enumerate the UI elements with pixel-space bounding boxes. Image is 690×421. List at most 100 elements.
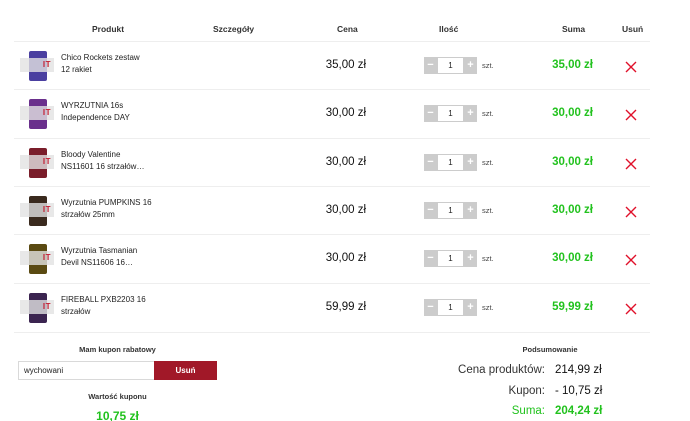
quantity-stepper: − 1 + szt. — [424, 105, 494, 122]
close-x-icon — [625, 158, 637, 170]
cart-row: IT FIREBALL PXB2203 16 strzałów 59,99 zł… — [14, 283, 650, 331]
quantity-unit: szt. — [482, 303, 494, 312]
remove-item-button[interactable] — [624, 205, 638, 219]
quantity-stepper: − 1 + szt. — [424, 202, 494, 219]
product-price: 30,00 zł — [325, 252, 366, 264]
summary-total-row: Suma: 204,24 zł — [440, 405, 610, 421]
product-thumbnail[interactable]: IT — [20, 95, 54, 133]
remove-item-button[interactable] — [624, 108, 638, 122]
close-x-icon — [625, 254, 637, 266]
products-price-label: Cena produktów: — [458, 364, 545, 376]
close-x-icon — [625, 109, 637, 121]
row-total: 30,00 zł — [552, 204, 593, 216]
cart-row: IT WYRZUTNIA 16s Independence DAY 30,00 … — [14, 89, 650, 137]
summary-products-row: Cena produktów: 214,99 zł — [440, 364, 610, 380]
product-thumbnail[interactable]: IT — [20, 289, 54, 327]
watermark: IT — [20, 300, 54, 314]
remove-item-button[interactable] — [624, 60, 638, 74]
quantity-decrease-button[interactable]: − — [424, 57, 437, 74]
watermark: IT — [20, 106, 54, 120]
quantity-increase-button[interactable]: + — [464, 250, 477, 267]
row-total: 59,99 zł — [552, 301, 593, 313]
header-szczegoly: Szczegóły — [213, 24, 255, 34]
close-x-icon — [625, 61, 637, 73]
product-name-link[interactable]: Chico Rockets zestaw 12 rakiet — [61, 52, 161, 76]
quantity-unit: szt. — [482, 254, 494, 263]
close-x-icon — [625, 303, 637, 315]
row-total: 35,00 zł — [552, 59, 593, 71]
row-total: 30,00 zł — [552, 156, 593, 168]
coupon-value: 10,75 zł — [96, 409, 139, 421]
quantity-stepper: − 1 + szt. — [424, 57, 494, 74]
quantity-decrease-button[interactable]: − — [424, 154, 437, 171]
quantity-decrease-button[interactable]: − — [424, 202, 437, 219]
remove-coupon-button[interactable]: Usuń — [154, 361, 217, 380]
product-price: 35,00 zł — [325, 59, 366, 71]
quantity-unit: szt. — [482, 61, 494, 70]
total-value: 204,24 zł — [555, 405, 603, 417]
quantity-input[interactable]: 1 — [437, 154, 464, 171]
product-name-link[interactable]: WYRZUTNIA 16s Independence DAY — [61, 100, 161, 124]
cart-row: IT Bloody Valentine NS11601 16 strzałów…… — [14, 138, 650, 186]
quantity-input[interactable]: 1 — [437, 105, 464, 122]
product-name-link[interactable]: Wyrzutnia Tasmanian Devil NS11606 16… — [61, 245, 161, 269]
quantity-input[interactable]: 1 — [437, 57, 464, 74]
watermark: IT — [20, 203, 54, 217]
header-usun: Usuń — [622, 24, 644, 34]
row-total: 30,00 zł — [552, 252, 593, 264]
product-name-link[interactable]: Wyrzutnia PUMPKINS 16 strzałów 25mm — [61, 197, 161, 221]
watermark: IT — [20, 155, 54, 169]
remove-item-button[interactable] — [624, 253, 638, 267]
coupon-discount-label: Kupon: — [508, 385, 545, 397]
row-total: 30,00 zł — [552, 107, 593, 119]
close-x-icon — [625, 206, 637, 218]
total-label: Suma: — [511, 405, 545, 417]
summary-title: Podsumowanie — [522, 345, 578, 354]
quantity-unit: szt. — [482, 109, 494, 118]
header-produkt: Produkt — [92, 24, 125, 34]
quantity-decrease-button[interactable]: − — [424, 299, 437, 316]
product-name-link[interactable]: FIREBALL PXB2203 16 strzałów — [61, 294, 161, 318]
product-thumbnail[interactable]: IT — [20, 144, 54, 182]
quantity-stepper: − 1 + szt. — [424, 250, 494, 267]
quantity-stepper: − 1 + szt. — [424, 299, 494, 316]
quantity-decrease-button[interactable]: − — [424, 105, 437, 122]
quantity-increase-button[interactable]: + — [464, 154, 477, 171]
product-price: 30,00 zł — [325, 107, 366, 119]
quantity-input[interactable]: 1 — [437, 202, 464, 219]
coupon-value-title: Wartość kuponu — [88, 392, 147, 401]
cart-row: IT Chico Rockets zestaw 12 rakiet 35,00 … — [14, 41, 650, 89]
product-price: 59,99 zł — [325, 301, 366, 313]
table-divider — [14, 332, 650, 333]
product-thumbnail[interactable]: IT — [20, 240, 54, 278]
cart-row: IT Wyrzutnia PUMPKINS 16 strzałów 25mm 3… — [14, 186, 650, 234]
watermark: IT — [20, 251, 54, 265]
remove-item-button[interactable] — [624, 302, 638, 316]
quantity-decrease-button[interactable]: − — [424, 250, 437, 267]
header-suma: Suma — [562, 24, 586, 34]
quantity-stepper: − 1 + szt. — [424, 154, 494, 171]
coupon-discount-value: - 10,75 zł — [555, 385, 603, 397]
header-ilosc: Ilość — [439, 24, 459, 34]
product-price: 30,00 zł — [325, 204, 366, 216]
remove-item-button[interactable] — [624, 157, 638, 171]
quantity-increase-button[interactable]: + — [464, 105, 477, 122]
cart-row: IT Wyrzutnia Tasmanian Devil NS11606 16…… — [14, 234, 650, 282]
watermark: IT — [20, 58, 54, 72]
quantity-unit: szt. — [482, 206, 494, 215]
quantity-input[interactable]: 1 — [437, 250, 464, 267]
product-thumbnail[interactable]: IT — [20, 192, 54, 230]
product-name-link[interactable]: Bloody Valentine NS11601 16 strzałów… — [61, 149, 161, 173]
coupon-code-input[interactable] — [18, 361, 154, 380]
quantity-increase-button[interactable]: + — [464, 299, 477, 316]
product-thumbnail[interactable]: IT — [20, 47, 54, 85]
quantity-unit: szt. — [482, 158, 494, 167]
summary-coupon-row: Kupon: - 10,75 zł — [440, 385, 610, 401]
quantity-increase-button[interactable]: + — [464, 57, 477, 74]
product-price: 30,00 zł — [325, 156, 366, 168]
quantity-increase-button[interactable]: + — [464, 202, 477, 219]
header-cena: Cena — [337, 24, 358, 34]
products-price-value: 214,99 zł — [555, 364, 602, 376]
coupon-title: Mam kupon rabatowy — [79, 345, 156, 354]
quantity-input[interactable]: 1 — [437, 299, 464, 316]
